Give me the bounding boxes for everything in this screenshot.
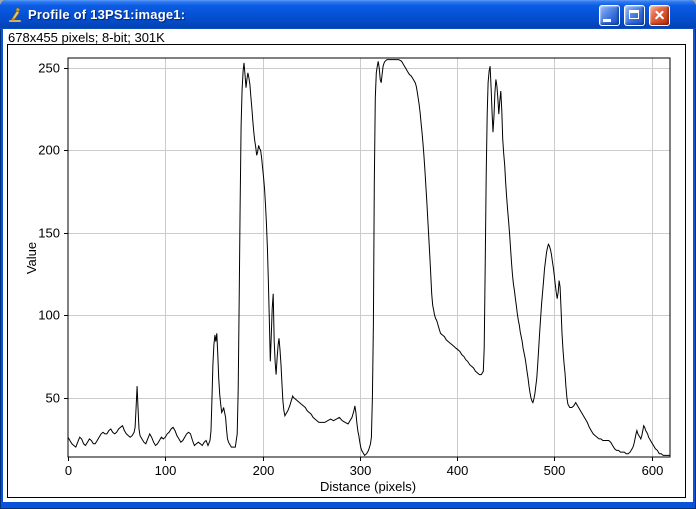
x-tick-label: 200	[253, 463, 275, 478]
minimize-icon	[603, 19, 611, 22]
x-tick-label: 400	[447, 463, 469, 478]
x-tick-label: 0	[65, 463, 72, 478]
window-title: Profile of 13PS1:image1:	[28, 7, 185, 22]
window-client-area: 678x455 pixels; 8-bit; 301K 0 100 200 300 40…	[3, 29, 693, 502]
close-button[interactable]	[649, 5, 670, 26]
y-tick-label: 200	[38, 143, 60, 158]
tick-labels: 0 100 200 300 400 500 600 50 100 150 200 250	[38, 61, 663, 479]
plot-frame	[68, 58, 670, 457]
y-axis-label: Value	[24, 242, 39, 274]
minimize-button[interactable]	[599, 5, 620, 26]
info-bar: 678x455 pixels; 8-bit; 301K	[8, 30, 688, 44]
tick-layer	[64, 69, 653, 462]
plot-canvas[interactable]: 010020030040050060050100150200250 Value …	[7, 44, 686, 498]
imagej-microscope-icon	[7, 7, 23, 23]
profile-window: Profile of 13PS1:image1: 678x455 pixels;…	[0, 0, 696, 509]
x-tick-label: 300	[350, 463, 372, 478]
profile-line	[68, 60, 670, 456]
y-tick-label: 100	[38, 308, 60, 323]
x-tick-label: 100	[155, 463, 177, 478]
y-tick-label: 250	[38, 61, 60, 76]
window-controls	[599, 5, 670, 26]
x-tick-label: 600	[642, 463, 664, 478]
x-tick-label: 500	[544, 463, 566, 478]
maximize-icon	[629, 10, 639, 19]
profile-plot: 010020030040050060050100150200250 Value …	[8, 45, 685, 497]
y-tick-label: 50	[46, 391, 60, 406]
y-tick-label: 150	[38, 226, 60, 241]
x-axis-label: Distance (pixels)	[320, 479, 416, 494]
close-icon	[653, 9, 666, 22]
titlebar[interactable]: Profile of 13PS1:image1:	[0, 0, 696, 29]
maximize-button[interactable]	[624, 5, 645, 26]
grid-layer	[68, 58, 670, 457]
